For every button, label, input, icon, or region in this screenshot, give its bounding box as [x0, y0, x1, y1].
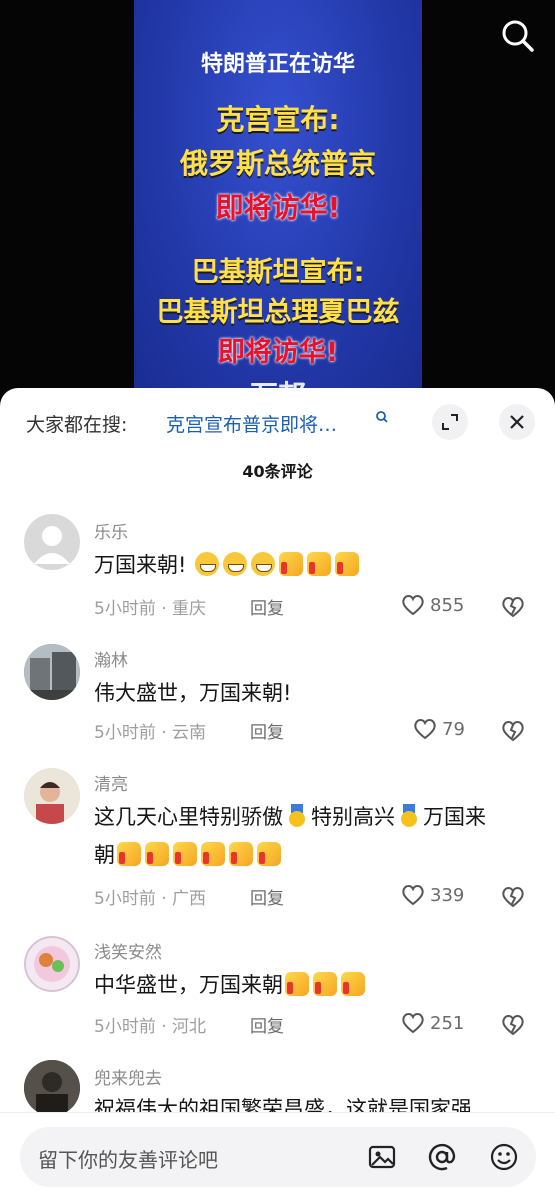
comment-text: 伟大盛世，万国来朝! — [94, 681, 292, 705]
dislike-icon[interactable] — [500, 718, 526, 744]
username[interactable]: 浅笑安然 — [94, 938, 162, 963]
caption-line: 即将访华! — [215, 191, 341, 224]
comment-item: 瀚林 伟大盛世，万国来朝! 5小时前 · 云南 回复 79 — [0, 640, 555, 750]
caption-line: 即将访华! — [217, 337, 339, 368]
close-icon — [510, 415, 524, 429]
expand-button[interactable] — [432, 404, 468, 440]
like-count: 339 — [430, 885, 465, 906]
comment-meta: 5小时前 · 河北 — [94, 1017, 207, 1037]
like-button[interactable]: 339 — [400, 882, 470, 910]
emoji-icon[interactable] — [488, 1141, 520, 1173]
dislike-icon[interactable] — [500, 884, 526, 910]
like-count: 79 — [442, 719, 465, 740]
comment-text: 中华盛世，万国来朝 — [94, 966, 534, 1004]
caption-line: 巴基斯坦宣布: — [191, 257, 365, 288]
comment-text: 这几天心里特别骄傲 特别高兴 万国来 朝 — [94, 804, 486, 867]
like-button[interactable]: 79 — [412, 716, 482, 744]
comments-header: 大家都在搜: 克宫宣布普京即将… — [0, 388, 555, 454]
dislike-icon[interactable] — [500, 1012, 526, 1038]
caption-line: 巴基斯坦总理夏巴兹 — [156, 297, 400, 328]
thumbs-up-emoji-icon — [285, 972, 309, 996]
thumbs-up-emoji-icon — [313, 972, 337, 996]
hot-search-label: 大家都在搜: — [26, 414, 128, 436]
search-small-icon — [375, 410, 389, 426]
comment-input-bar: 留下你的友善评论吧 — [0, 1112, 555, 1201]
thumbs-up-emoji-icon — [257, 842, 281, 866]
caption-line: 特朗普正在访华 — [200, 52, 355, 77]
like-count: 251 — [430, 1013, 465, 1034]
thumbs-up-emoji-icon — [229, 842, 253, 866]
caption-line: 俄罗斯总统普京 — [179, 147, 376, 180]
image-icon[interactable] — [366, 1141, 398, 1173]
comment-input-placeholder: 留下你的友善评论吧 — [38, 1148, 218, 1172]
username[interactable]: 瀚林 — [94, 646, 128, 671]
comment-item: 乐乐 万国来朝! 5小时前 · 重庆 回复 855 — [0, 510, 555, 630]
comment-text-body: 万国来朝! — [94, 553, 187, 577]
heart-icon — [402, 885, 424, 906]
thumbs-up-emoji-icon — [145, 842, 169, 866]
comment-input[interactable]: 留下你的友善评论吧 — [20, 1127, 536, 1187]
comment-meta: 5小时前 · 云南 — [94, 723, 207, 743]
caption-line: 克宫宣布: — [216, 103, 340, 136]
grin-emoji-icon — [251, 552, 276, 576]
comment-meta: 5小时前 · 广西 — [94, 889, 207, 909]
comment-item: 清亮 这几天心里特别骄傲 特别高兴 万国来 朝 5小时前 · 广西 回复 339 — [0, 764, 555, 924]
video-frame: 特朗普正在访华 克宫宣布: 俄罗斯总统普京 即将访华! 巴基斯坦宣布: 巴基斯坦… — [134, 0, 422, 400]
avatar[interactable] — [24, 1060, 80, 1116]
like-button[interactable]: 855 — [400, 592, 470, 620]
grin-emoji-icon — [195, 552, 220, 576]
reply-button[interactable]: 回复 — [250, 1012, 284, 1037]
username[interactable]: 乐乐 — [94, 518, 128, 543]
grin-emoji-icon — [223, 552, 248, 576]
heart-icon — [402, 1013, 424, 1034]
comment-meta: 5小时前 · 重庆 — [94, 599, 207, 619]
close-button[interactable] — [499, 404, 535, 440]
expand-icon — [442, 414, 458, 430]
avatar[interactable] — [24, 514, 80, 570]
search-icon[interactable] — [496, 14, 540, 58]
thumbs-up-emoji-icon — [173, 842, 197, 866]
thumbs-up-emoji-icon — [201, 842, 225, 866]
reply-button[interactable]: 回复 — [250, 718, 284, 743]
thumbs-up-emoji-icon — [279, 552, 304, 576]
username[interactable]: 清亮 — [94, 770, 128, 795]
like-count: 855 — [430, 595, 465, 616]
comment-item: 兜来兜去 祝福伟大的祖国繁荣昌盛，这就是国家强 — [0, 1060, 555, 1121]
reply-button[interactable]: 回复 — [250, 884, 284, 909]
comment-item: 浅笑安然 中华盛世，万国来朝 5小时前 · 河北 回复 251 — [0, 932, 555, 1052]
medal-emoji-icon — [285, 804, 309, 828]
avatar[interactable] — [24, 936, 80, 992]
medal-emoji-icon — [397, 804, 421, 828]
thumbs-up-emoji-icon — [307, 552, 332, 576]
reply-button[interactable]: 回复 — [250, 594, 284, 619]
comment-text: 万国来朝! — [94, 546, 534, 584]
thumbs-up-emoji-icon — [341, 972, 365, 996]
username[interactable]: 兜来兜去 — [94, 1064, 162, 1089]
thumbs-up-emoji-icon — [117, 842, 141, 866]
heart-icon — [402, 595, 424, 616]
avatar[interactable] — [24, 644, 80, 700]
hot-search-link[interactable]: 克宫宣布普京即将… — [166, 410, 337, 437]
avatar[interactable] — [24, 768, 80, 824]
like-button[interactable]: 251 — [400, 1010, 470, 1038]
at-icon[interactable] — [426, 1141, 458, 1173]
comment-count: 40条评论 — [242, 462, 313, 481]
thumbs-up-emoji-icon — [335, 552, 360, 576]
comments-sheet: 大家都在搜: 克宫宣布普京即将… 40条评论 乐乐 万国来朝! 5小时前 · 重… — [0, 388, 555, 1200]
heart-icon — [414, 719, 436, 740]
video-player[interactable]: 特朗普正在访华 克宫宣布: 俄罗斯总统普京 即将访华! 巴基斯坦宣布: 巴基斯坦… — [0, 0, 555, 400]
dislike-icon[interactable] — [500, 594, 526, 620]
